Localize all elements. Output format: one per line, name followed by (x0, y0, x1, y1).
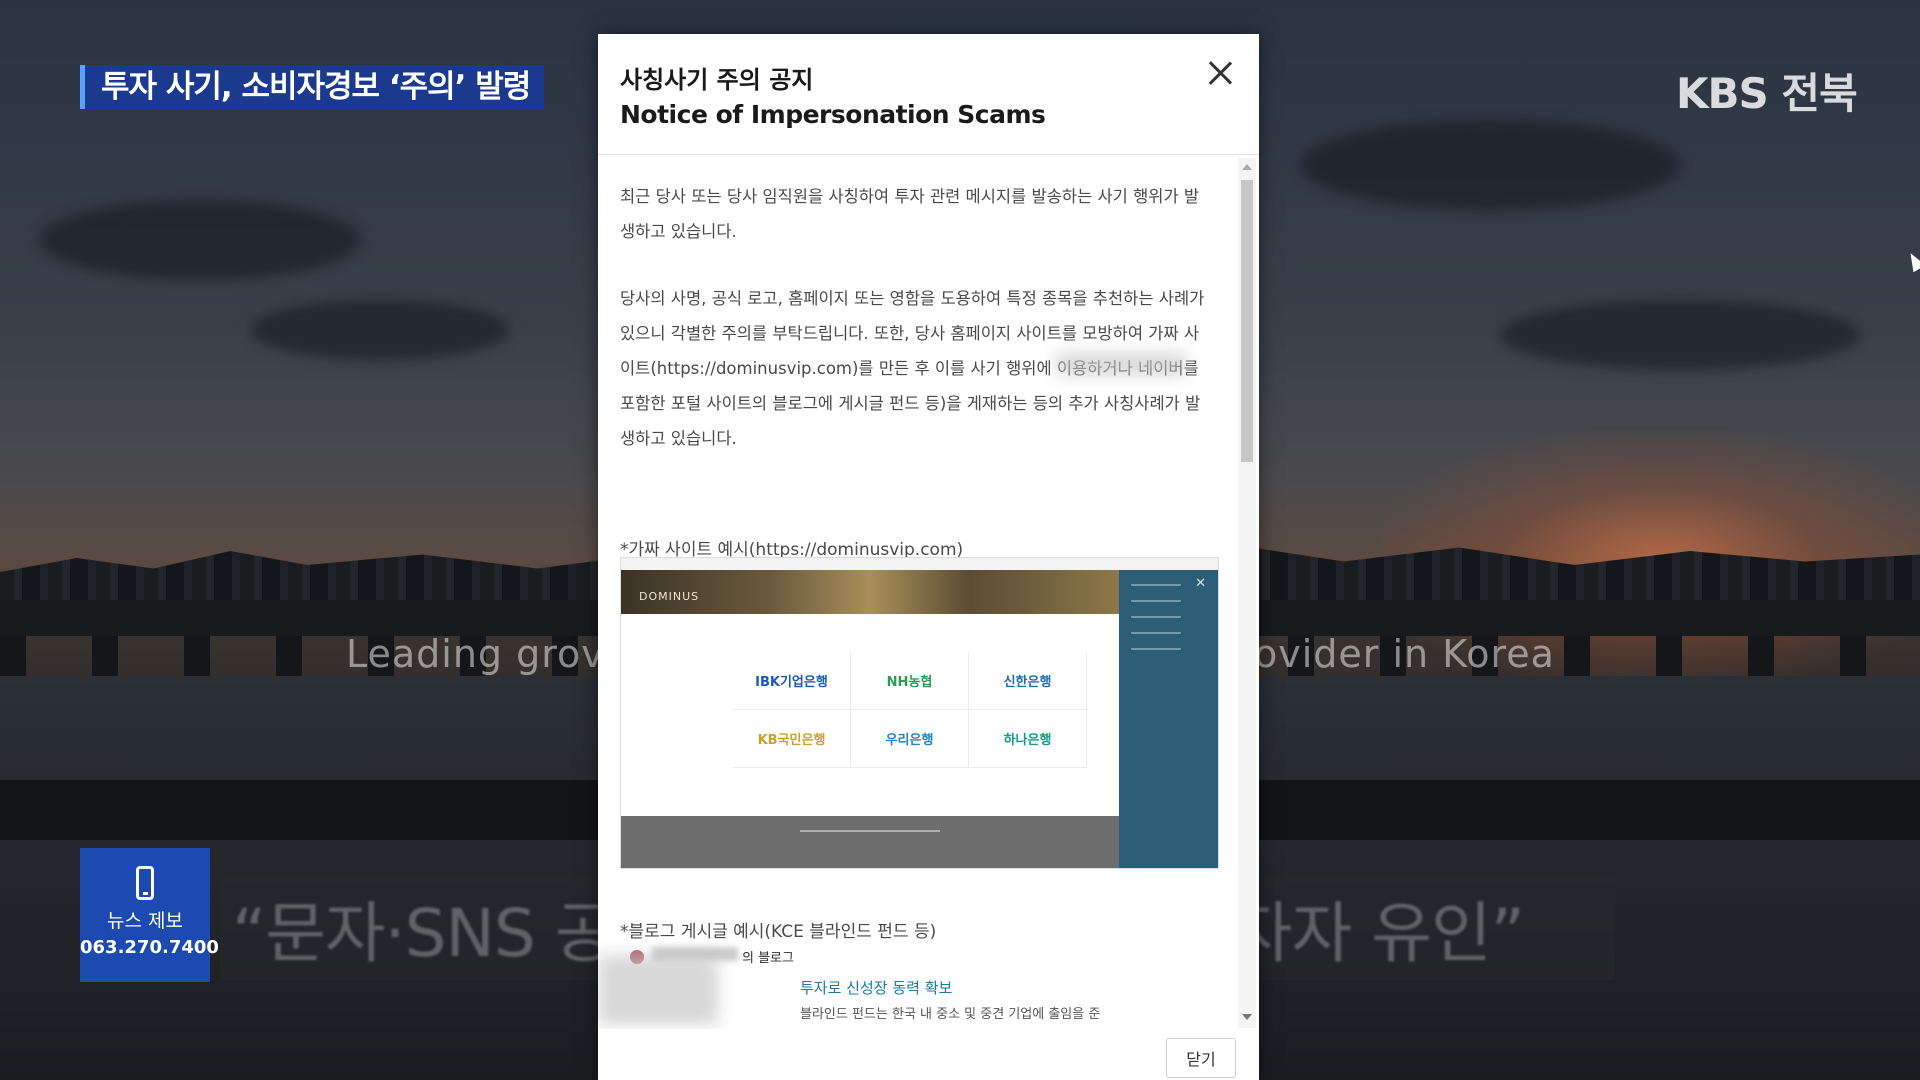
site-side-menu: ✕ (1119, 570, 1218, 868)
bank-logo-shinhan: 신한은행 (969, 652, 1087, 710)
cloud (1300, 120, 1680, 210)
blog-post-title: 투자로 신성장 동력 확보 (800, 979, 953, 997)
channel-logo: KBS 전북 (1676, 69, 1858, 118)
news-tip-label: 뉴스 제보 (107, 910, 183, 932)
bank-logo-ibk: IBK기업은행 (733, 652, 851, 710)
bank-logo-hana: 하나은행 (969, 710, 1087, 768)
modal-title-ko: 사칭사기 주의 공지 (620, 66, 814, 94)
bank-logo-woori: 우리은행 (851, 710, 969, 768)
news-tip-phone: 063.270.7400 (80, 937, 219, 958)
news-headline: 투자 사기, 소비자경보 ‘주의’ 발령 (80, 65, 545, 109)
modal-body[interactable]: 최근 당사 또는 당사 임직원을 사칭하여 투자 관련 메시지를 발송하는 사기… (598, 155, 1238, 1029)
scroll-down-arrow-icon[interactable] (1242, 1014, 1252, 1020)
close-icon[interactable] (1207, 60, 1233, 86)
bg-slogan-left: Leading grov (346, 632, 605, 676)
close-button[interactable]: 닫기 (1166, 1038, 1236, 1078)
blog-example-label: *블로그 게시글 예시(KCE 블라인드 펀드 등) (620, 922, 937, 942)
bg-slogan-right: ovider in Korea (1254, 632, 1555, 676)
redacted-image (598, 955, 718, 1025)
modal-scrollbar[interactable] (1238, 158, 1256, 1028)
blog-author-suffix: 의 블로그 (742, 951, 794, 966)
scroll-up-arrow-icon[interactable] (1242, 164, 1252, 170)
scrollbar-thumb[interactable] (1241, 180, 1253, 462)
bank-logo-grid: IBK기업은행 NH농협 신한은행 KB국민은행 우리은행 하나은행 (733, 652, 1087, 768)
site-hero-banner: DOMINUS (621, 570, 1119, 614)
blog-post-snippet: 블라인드 펀드는 한국 내 중소 및 중견 기업에 출임을 준 (800, 1007, 1101, 1022)
phone-icon (136, 866, 154, 900)
modal-footer: 닫기 (598, 1030, 1259, 1080)
modal-header: 사칭사기 주의 공지 Notice of Impersonation Scams (598, 34, 1259, 155)
bank-logo-kb: KB국민은행 (733, 710, 851, 768)
redacted-text (1056, 353, 1186, 375)
cloud (40, 200, 360, 280)
fake-site-screenshot: DOMINUS ✕ IBK기업은행 NH농협 신한은행 KB국민은행 우리은행 … (620, 557, 1219, 869)
news-tip-box: 뉴스 제보 063.270.7400 (80, 848, 219, 982)
notice-modal: 사칭사기 주의 공지 Notice of Impersonation Scams… (598, 34, 1259, 1080)
notice-paragraph-1: 최근 당사 또는 당사 임직원을 사칭하여 투자 관련 메시지를 발송하는 사기… (620, 187, 1200, 241)
bank-logo-nh: NH농협 (851, 652, 969, 710)
site-footer (621, 816, 1119, 868)
modal-title-en: Notice of Impersonation Scams (620, 100, 1046, 129)
site-menu-close-icon: ✕ (1195, 576, 1206, 591)
cloud (1500, 300, 1860, 370)
site-brand: DOMINUS (639, 590, 700, 603)
cloud (250, 300, 510, 360)
